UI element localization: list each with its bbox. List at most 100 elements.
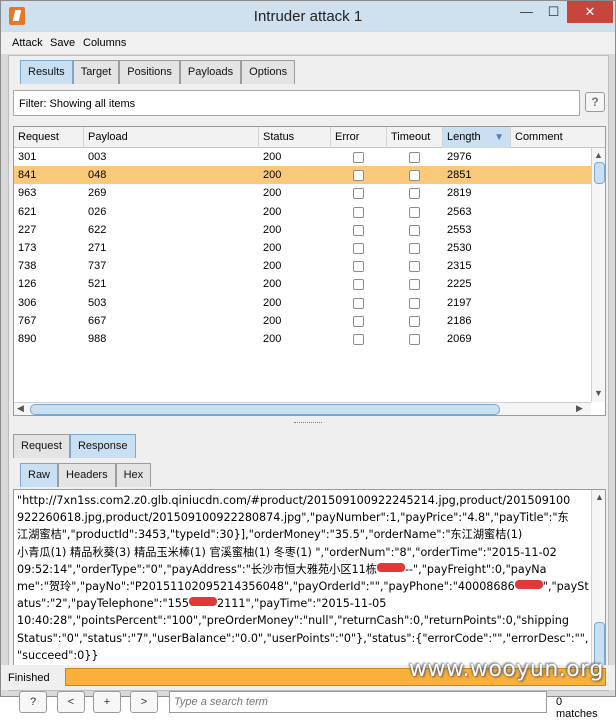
close-button[interactable]: ✕ [567,1,613,23]
scroll-left-icon[interactable]: ◀ [17,403,24,414]
response-line: 922260618.jpg,product/201509100922280874… [17,509,591,526]
tab-target[interactable]: Target [72,60,120,84]
response-text-segment: "succeed":0}} [17,648,99,662]
search-add-button[interactable]: + [93,691,121,713]
table-row[interactable]: 173 271 200 2530 [14,239,591,257]
tab-payloads[interactable]: Payloads [179,60,242,84]
match-count: 0 matches [556,696,598,720]
cell-request: 301 [18,151,37,163]
raw-scroll-up-icon[interactable]: ▲ [595,492,604,502]
cell-payload: 271 [88,241,107,254]
scroll-right-icon[interactable]: ▶ [576,403,583,414]
timeout-checkbox[interactable] [409,224,420,236]
error-checkbox[interactable] [353,242,364,254]
table-row[interactable]: 126 521 200 2225 [14,275,591,293]
menu-columns[interactable]: Columns [83,37,126,49]
pane-splitter[interactable] [9,420,610,426]
error-checkbox[interactable] [353,297,364,309]
table-row[interactable]: 227 622 200 2553 [14,221,591,239]
timeout-checkbox[interactable] [409,279,420,291]
filter-bar[interactable]: Filter: Showing all items [13,90,580,116]
table-row[interactable]: 621 026 200 2563 [14,203,591,221]
table-row[interactable]: 306 503 200 2197 [14,294,591,312]
column-length[interactable]: Length ▼ [443,127,511,148]
cell-status: 200 [263,332,282,345]
table-row[interactable]: 890 988 200 2069 [14,330,591,348]
table-horizontal-scrollbar[interactable]: ◀ ▶ [14,402,591,415]
filter-help-button[interactable]: ? [585,92,605,112]
column-request[interactable]: Request [14,127,84,148]
error-checkbox[interactable] [353,279,364,291]
cell-payload: 003 [88,151,107,163]
table-row[interactable]: 963 269 200 2819 [14,184,591,202]
intruder-window: Intruder attack 1 — ☐ ✕ Attack Save Colu… [0,0,616,720]
response-raw-view[interactable]: "http://7xn1ss.com2.z0.glb.qiniucdn.com/… [13,489,606,685]
tab-raw[interactable]: Raw [20,463,59,487]
tab-options[interactable]: Options [241,60,296,84]
menu-save[interactable]: Save [50,37,75,49]
search-help-button[interactable]: ? [19,691,47,713]
tab-positions[interactable]: Positions [119,60,180,84]
response-text-segment: 江湖蜜桔","productId":3453,"typeId":30}],"or… [17,528,523,542]
table-vertical-scrollbar[interactable]: ▲ ▼ [591,148,605,402]
timeout-checkbox[interactable] [409,188,420,200]
tab-results[interactable]: Results [20,60,73,84]
timeout-checkbox[interactable] [409,206,420,218]
search-input[interactable] [170,692,546,712]
response-text-segment: --","payFreight":0,"payNa [404,562,547,576]
table-row[interactable]: 841 048 200 2851 [14,166,591,185]
error-checkbox[interactable] [353,261,364,273]
cell-length: 2819 [447,187,472,200]
timeout-checkbox[interactable] [409,297,420,309]
cell-status: 200 [263,241,282,254]
redaction-mark [514,580,543,590]
search-field[interactable] [169,691,547,713]
cell-status: 200 [263,223,282,236]
error-checkbox[interactable] [353,224,364,236]
table-hscroll-thumb[interactable] [30,404,500,415]
main-tabs: Results Target Positions Payloads Option… [20,60,296,84]
timeout-checkbox[interactable] [409,170,420,182]
timeout-checkbox[interactable] [409,333,420,345]
tab-request[interactable]: Request [13,434,70,458]
table-row[interactable]: 301 003 200 2976 [14,148,591,166]
search-next-button[interactable]: > [130,691,158,713]
cell-status: 200 [263,169,282,182]
cell-length: 2976 [447,151,472,163]
error-checkbox[interactable] [353,188,364,200]
cell-payload: 503 [88,296,107,309]
tab-headers[interactable]: Headers [58,463,116,487]
timeout-checkbox[interactable] [409,152,420,163]
cell-payload: 521 [88,278,107,291]
scroll-down-icon[interactable]: ▼ [594,388,603,398]
table-vscroll-thumb[interactable] [594,162,605,184]
column-status[interactable]: Status [259,127,331,148]
response-line: 小青瓜(1) 精品秋葵(3) 精品玉米棒(1) 官溪蜜柚(1) 冬枣(1) ",… [17,544,591,561]
column-payload[interactable]: Payload [84,127,259,148]
cell-status: 200 [263,187,282,200]
timeout-checkbox[interactable] [409,315,420,327]
raw-vertical-scrollbar[interactable]: ▲ ▼ [591,490,605,684]
error-checkbox[interactable] [353,170,364,182]
minimize-button[interactable]: — [513,1,540,23]
error-checkbox[interactable] [353,152,364,163]
maximize-button[interactable]: ☐ [540,1,567,23]
results-table: Request Payload Status Error Timeout Len… [13,126,606,416]
response-text-segment: 09:52:14","orderType":"0","payAddress":"… [17,562,377,576]
tab-hex[interactable]: Hex [115,463,152,487]
column-timeout[interactable]: Timeout [387,127,443,148]
error-checkbox[interactable] [353,333,364,345]
search-previous-button[interactable]: < [57,691,85,713]
timeout-checkbox[interactable] [409,261,420,273]
table-row[interactable]: 738 737 200 2315 [14,257,591,275]
timeout-checkbox[interactable] [409,242,420,254]
cell-length: 2553 [447,223,472,236]
error-checkbox[interactable] [353,206,364,218]
scroll-up-icon[interactable]: ▲ [594,150,603,160]
column-comment[interactable]: Comment [511,127,605,148]
menu-attack[interactable]: Attack [12,37,43,49]
column-error[interactable]: Error [331,127,387,148]
error-checkbox[interactable] [353,315,364,327]
table-row[interactable]: 767 667 200 2186 [14,312,591,330]
tab-response[interactable]: Response [69,434,136,458]
